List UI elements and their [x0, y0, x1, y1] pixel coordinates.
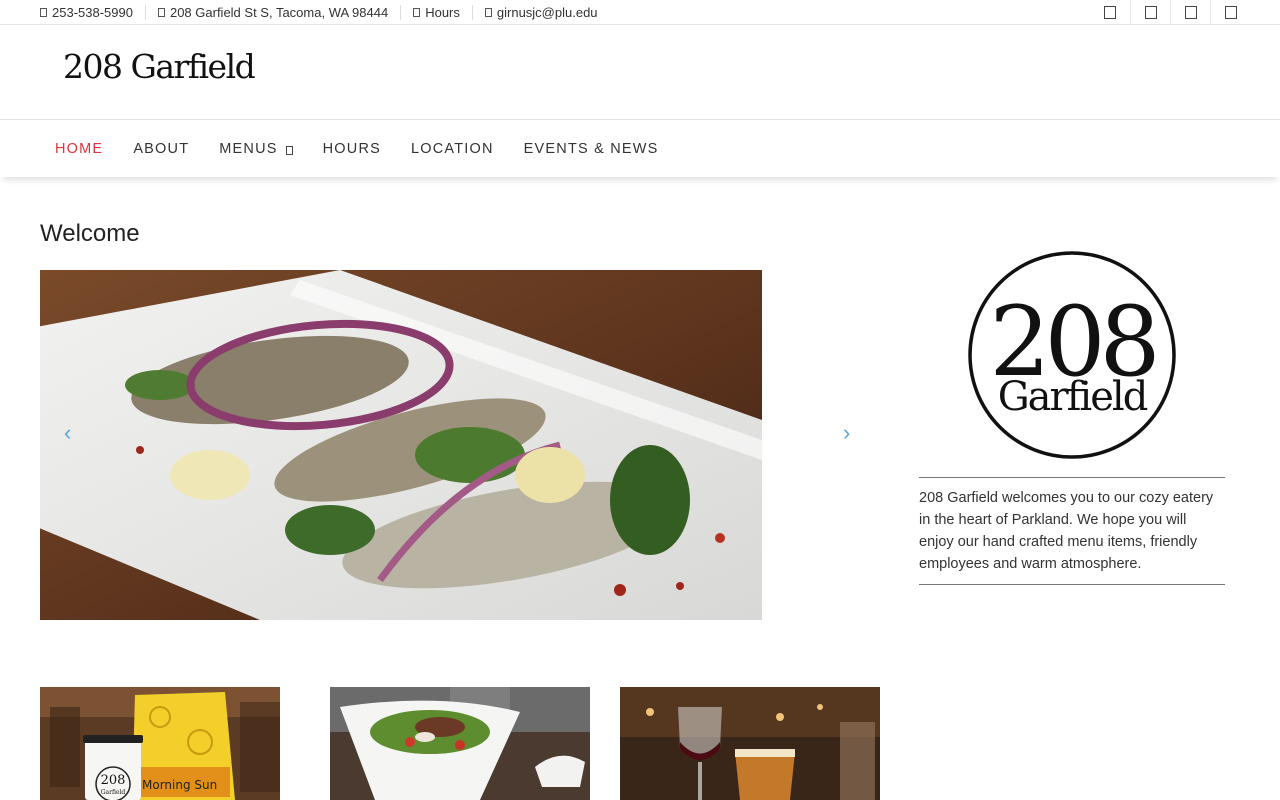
coffee-thumbnail[interactable]: Morning Sun 208 Garfield	[40, 687, 280, 800]
drinks-thumbnail[interactable]	[620, 687, 880, 800]
wine-beer-photo	[620, 687, 880, 800]
nav-label: MENUS	[219, 140, 278, 157]
facebook-icon	[1104, 6, 1116, 19]
hours-link[interactable]: Hours	[401, 5, 473, 20]
nav-label: HOME	[55, 140, 104, 157]
nav-item-location[interactable]: LOCATION	[396, 141, 509, 157]
nav-label: EVENTS & NEWS	[523, 140, 659, 157]
nav-label: HOURS	[322, 140, 382, 157]
page-title: Welcome	[40, 220, 140, 247]
address-link[interactable]: 208 Garfield St S, Tacoma, WA 98444	[146, 5, 402, 20]
nav-item-home[interactable]: HOME	[40, 141, 118, 157]
nav-item-hours[interactable]: HOURS	[308, 141, 396, 157]
circle-logo-badge: 208 Garfield	[968, 251, 1176, 459]
yelp-link[interactable]	[1210, 0, 1250, 25]
instagram-icon	[1184, 6, 1197, 19]
cup-logo-number: 208	[101, 773, 126, 788]
twitter-icon	[1144, 6, 1157, 19]
badge-name: Garfield	[998, 374, 1148, 420]
about-text: 208 Garfield welcomes you to our cozy ea…	[919, 490, 1214, 572]
sardine-dish-photo	[40, 270, 762, 620]
facebook-link[interactable]	[1090, 0, 1130, 25]
nav-label: LOCATION	[411, 140, 494, 157]
site-logo[interactable]: 208 Garfield	[63, 47, 256, 86]
chevron-down-icon	[285, 146, 293, 155]
phone-text: 253-538-5990	[52, 5, 133, 20]
yelp-icon	[1224, 6, 1237, 19]
hours-text: Hours	[425, 5, 460, 20]
map-marker-icon	[157, 8, 165, 17]
coffee-bag-label: Morning Sun	[142, 778, 217, 792]
nav-item-about[interactable]: ABOUT	[118, 141, 204, 157]
top-bar: 253-538-5990 208 Garfield St S, Tacoma, …	[0, 0, 1280, 25]
email-text: girnusjc@plu.edu	[496, 5, 598, 20]
twitter-link[interactable]	[1130, 0, 1170, 25]
sidebar: 208 Garfield 208 Garfield welcomes you t…	[919, 250, 1225, 585]
slider-prev-arrow[interactable]: ‹	[64, 420, 71, 446]
social-links	[1090, 0, 1250, 25]
address-text: 208 Garfield St S, Tacoma, WA 98444	[169, 5, 389, 20]
cup-logo-name: Garfield	[101, 789, 126, 796]
instagram-link[interactable]	[1170, 0, 1210, 25]
slider-next-arrow[interactable]: ›	[843, 420, 850, 446]
phone-link[interactable]: 253-538-5990	[40, 5, 146, 20]
email-link[interactable]: girnusjc@plu.edu	[473, 5, 610, 20]
phone-icon	[40, 8, 47, 17]
nav-item-menus[interactable]: MENUS	[204, 141, 307, 157]
contact-info: 253-538-5990 208 Garfield St S, Tacoma, …	[40, 0, 610, 25]
nav-label: ABOUT	[133, 140, 190, 157]
image-slider[interactable]	[40, 270, 762, 620]
coffee-photo: Morning Sun 208 Garfield	[40, 687, 280, 800]
nav-item-events-news[interactable]: EVENTS & NEWS	[509, 141, 674, 157]
envelope-icon	[484, 8, 492, 17]
main-nav: HOME ABOUT MENUS HOURS LOCATION EVENTS &…	[0, 119, 1280, 177]
divider	[919, 584, 1225, 585]
salad-thumbnail[interactable]	[330, 687, 590, 800]
site-header: 208 Garfield	[0, 25, 1280, 120]
clock-icon	[413, 8, 421, 17]
salad-photo	[330, 687, 590, 800]
